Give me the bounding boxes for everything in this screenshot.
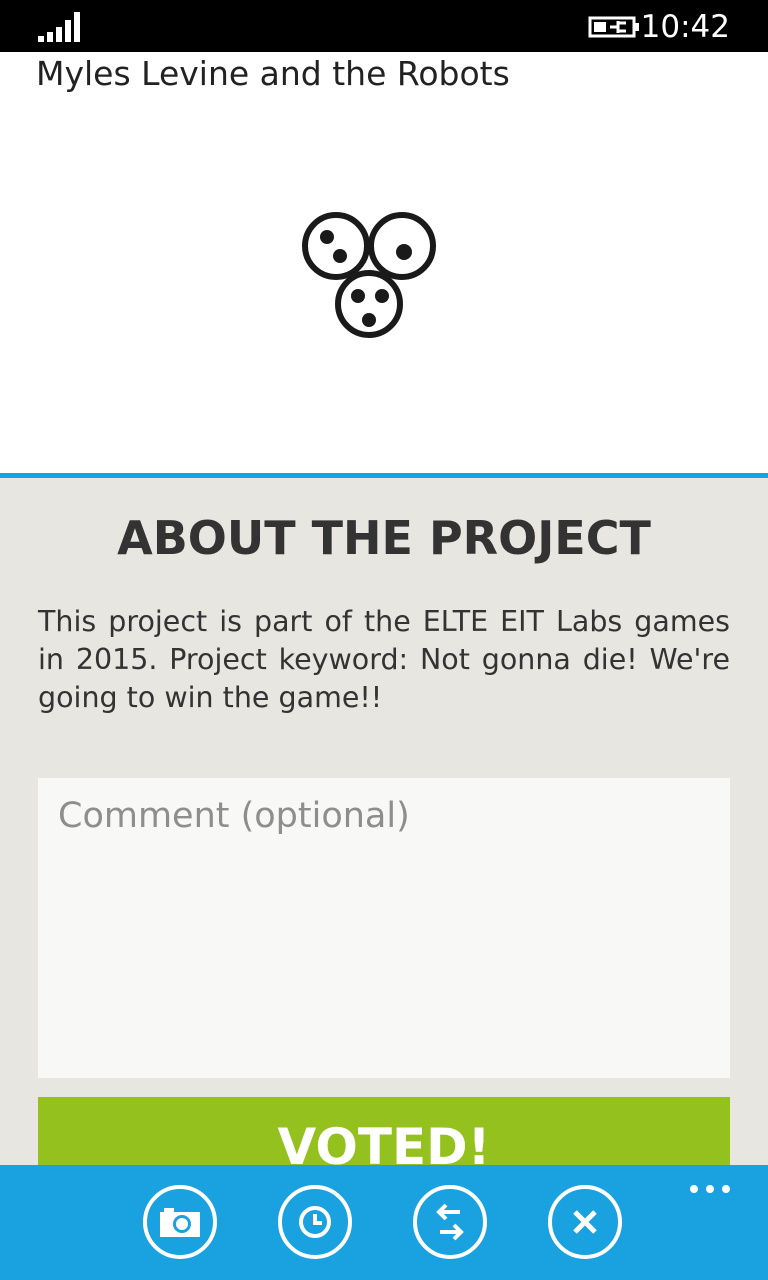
ellipsis-icon[interactable] [688,1183,732,1195]
history-button[interactable] [278,1185,352,1259]
close-button[interactable] [548,1185,622,1259]
close-icon [573,1210,597,1234]
about-text: This project is part of the ELTE EIT Lab… [38,605,730,714]
clock: 10:42 [640,9,730,45]
about-heading: ABOUT THE PROJECT [117,511,651,565]
three-circles-logo-icon [302,212,436,338]
status-bar: 10:42 [0,0,768,52]
app-bar [0,1165,768,1280]
swap-arrows-icon [436,1203,464,1241]
comment-input[interactable] [38,778,730,1078]
camera-button[interactable] [143,1185,217,1259]
page-title: Myles Levine and the Robots [36,54,510,93]
signal-strength-icon [38,12,80,42]
battery-charging-icon [588,16,639,38]
clock-icon [299,1206,331,1238]
switch-button[interactable] [413,1185,487,1259]
camera-icon [160,1208,200,1237]
